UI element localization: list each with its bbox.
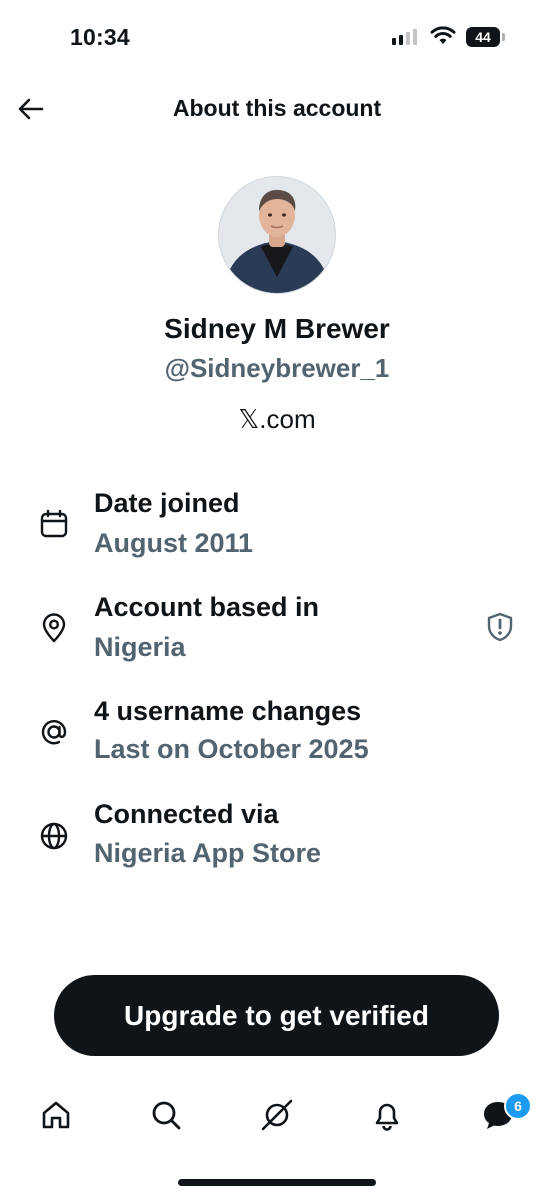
cellular-signal-icon [392,29,417,45]
battery-icon: 44 [466,27,500,47]
at-sign-icon [41,720,67,745]
platform-site: 𝕏.com [238,404,316,434]
status-time: 10:34 [70,24,130,50]
date-joined-label: Date joined [94,488,240,518]
calendar-icon [40,509,68,538]
messages-badge: 6 [504,1092,532,1120]
home-indicator [178,1179,376,1186]
shield-alert-icon[interactable] [484,611,516,643]
username-handle: @Sidneybrewer_1 [164,353,390,383]
account-location-value: Nigeria [94,632,186,662]
location-pin-icon [42,613,66,643]
connected-via-label: Connected via [94,799,279,829]
username-changes-value: Last on October 2025 [94,734,369,764]
page-title: About this account [172,95,382,121]
upgrade-verified-button[interactable]: Upgrade to get verified [54,975,499,1056]
avatar[interactable] [218,176,336,294]
globe-icon [40,822,68,850]
battery-tip [502,33,505,41]
home-icon[interactable] [38,1097,74,1133]
date-joined-value: August 2011 [94,528,254,558]
search-icon[interactable] [148,1097,184,1133]
display-name: Sidney M Brewer [164,313,390,344]
connected-via-value: Nigeria App Store [94,838,322,868]
avatar-photo [219,177,335,293]
bell-icon[interactable] [369,1097,405,1133]
username-changes-label: 4 username changes [94,696,362,726]
grok-icon[interactable] [259,1097,295,1133]
account-location-label: Account based in [94,592,320,622]
wifi-icon [430,26,456,44]
